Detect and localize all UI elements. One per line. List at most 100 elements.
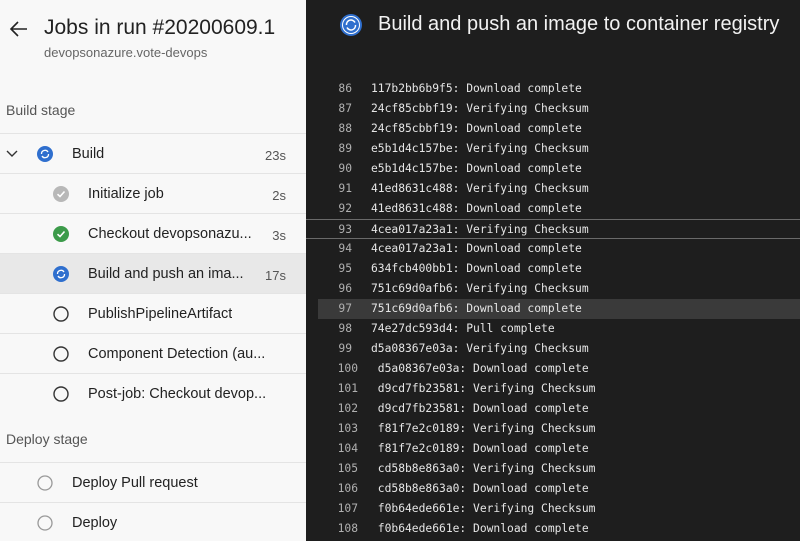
log-line[interactable]: 101 d9cd7fb23581: Verifying Checksum [306, 379, 800, 399]
step-label: PublishPipelineArtifact [88, 306, 233, 322]
step-label: Checkout devopsonazu... [88, 226, 252, 242]
log-line[interactable]: 98 74e27dc593d4: Pull complete [306, 319, 800, 339]
deploy-stage-label: Deploy stage [6, 431, 88, 447]
log-line[interactable]: 104 f81f7e2c0189: Download complete [306, 439, 800, 459]
log-line[interactable]: 90 e5b1d4c157be: Download complete [306, 159, 800, 179]
step-row-component-detection[interactable]: Component Detection (au... [0, 333, 306, 373]
pending-circle-icon [37, 515, 53, 531]
line-number: 98 [338, 322, 352, 335]
log-line[interactable]: 92 41ed8631c488: Download complete [306, 199, 800, 219]
step-row-publish-artifact[interactable]: PublishPipelineArtifact [0, 293, 306, 333]
line-number: 89 [338, 142, 352, 155]
line-number: 101 [337, 382, 358, 395]
line-text: d9cd7fb23581: Download complete [371, 402, 589, 415]
line-number: 96 [338, 282, 352, 295]
line-number: 95 [338, 262, 352, 275]
line-number: 90 [338, 162, 352, 175]
log-line[interactable]: 95 634fcb400bb1: Download complete [306, 259, 800, 279]
step-duration: 17s [265, 268, 286, 283]
log-line[interactable]: 103 f81f7e2c0189: Verifying Checksum [306, 419, 800, 439]
log-line[interactable]: 107 f0b64ede661e: Verifying Checksum [306, 499, 800, 519]
line-number: 92 [338, 202, 352, 215]
line-text: e5b1d4c157be: Download complete [371, 162, 582, 175]
job-duration: 23s [265, 148, 286, 163]
step-label: Initialize job [88, 186, 164, 202]
jobs-panel: Jobs in run #20200609.1 devopsonazure.vo… [0, 0, 307, 541]
running-icon [53, 266, 69, 282]
job-label: Build [72, 146, 105, 162]
step-label: Build and push an ima... [88, 266, 244, 282]
line-text: 24cf85cbbf19: Download complete [371, 122, 582, 135]
line-number: 94 [338, 242, 352, 255]
line-text: 24cf85cbbf19: Verifying Checksum [371, 102, 589, 115]
line-number: 100 [337, 362, 358, 375]
chevron-down-icon[interactable] [5, 147, 19, 161]
log-line[interactable]: 86 117b2bb6b9f5: Download complete [306, 79, 800, 99]
pending-circle-icon [37, 475, 53, 491]
line-number: 106 [337, 482, 358, 495]
log-line[interactable]: 99 d5a08367e03a: Verifying Checksum [306, 339, 800, 359]
log-line[interactable]: 87 24cf85cbbf19: Verifying Checksum [306, 99, 800, 119]
line-number: 99 [338, 342, 352, 355]
line-text: d5a08367e03a: Verifying Checksum [371, 342, 589, 355]
line-text: f0b64ede661e: Download complete [371, 522, 589, 535]
build-stage-label: Build stage [6, 102, 76, 118]
line-number: 102 [337, 402, 358, 415]
line-number: 104 [337, 442, 358, 455]
line-number: 88 [338, 122, 352, 135]
step-duration: 2s [272, 188, 286, 203]
pending-circle-icon [53, 306, 69, 322]
line-number: 103 [337, 422, 358, 435]
run-title: Jobs in run #20200609.1 [44, 16, 276, 39]
line-number: 105 [337, 462, 358, 475]
log-line[interactable]: 108 f0b64ede661e: Download complete [306, 519, 800, 539]
step-row-initialize-job[interactable]: Initialize job 2s [0, 173, 306, 213]
line-text: 4cea017a23a1: Verifying Checksum [371, 223, 589, 236]
log-line[interactable]: 105 cd58b8e863a0: Verifying Checksum [306, 459, 800, 479]
line-text: cd58b8e863a0: Download complete [371, 482, 589, 495]
step-row-post-job-checkout[interactable]: Post-job: Checkout devop... [0, 373, 306, 413]
pipeline-name: devopsonazure.vote-devops [44, 45, 208, 60]
log-line[interactable]: 91 41ed8631c488: Verifying Checksum [306, 179, 800, 199]
job-row-deploy[interactable]: Deploy [0, 502, 306, 541]
line-text: 117b2bb6b9f5: Download complete [371, 82, 582, 95]
skipped-check-icon [53, 186, 69, 202]
step-row-build-and-push[interactable]: Build and push an ima... 17s [0, 253, 306, 293]
back-arrow-icon[interactable] [9, 19, 29, 39]
log-line[interactable]: 102 d9cd7fb23581: Download complete [306, 399, 800, 419]
step-duration: 3s [272, 228, 286, 243]
log-line[interactable]: 96 751c69d0afb6: Verifying Checksum [306, 279, 800, 299]
line-text: 634fcb400bb1: Download complete [371, 262, 582, 275]
line-number: 93 [338, 223, 352, 236]
running-icon [37, 146, 53, 162]
step-row-checkout[interactable]: Checkout devopsonazu... 3s [0, 213, 306, 253]
log-line[interactable]: 88 24cf85cbbf19: Download complete [306, 119, 800, 139]
line-number: 86 [338, 82, 352, 95]
line-text: 751c69d0afb6: Download complete [371, 302, 582, 315]
job-row-deploy-pull-request[interactable]: Deploy Pull request [0, 462, 306, 502]
line-text: f0b64ede661e: Verifying Checksum [371, 502, 596, 515]
line-text: 751c69d0afb6: Verifying Checksum [371, 282, 589, 295]
log-line-highlighted[interactable]: 97 751c69d0afb6: Download complete [318, 299, 800, 319]
line-text: 41ed8631c488: Download complete [371, 202, 582, 215]
log-line[interactable]: 100 d5a08367e03a: Download complete [306, 359, 800, 379]
step-label: Post-job: Checkout devop... [88, 386, 267, 402]
line-text: 74e27dc593d4: Pull complete [371, 322, 555, 335]
log-line-focused[interactable]: 93 4cea017a23a1: Verifying Checksum [306, 219, 800, 239]
job-label: Deploy Pull request [72, 475, 198, 491]
pending-circle-icon [53, 346, 69, 362]
line-number: 108 [337, 522, 358, 535]
line-number: 97 [338, 302, 352, 315]
step-label: Component Detection (au... [88, 346, 266, 362]
line-number: 91 [338, 182, 352, 195]
log-title: Build and push an image to container reg… [378, 13, 780, 35]
line-text: 41ed8631c488: Verifying Checksum [371, 182, 589, 195]
log-line[interactable]: 89 e5b1d4c157be: Verifying Checksum [306, 139, 800, 159]
log-line[interactable]: 94 4cea017a23a1: Download complete [306, 239, 800, 259]
log-line[interactable]: 106 cd58b8e863a0: Download complete [306, 479, 800, 499]
line-number: 87 [338, 102, 352, 115]
job-row-build[interactable]: Build 23s [0, 133, 306, 173]
jobs-header: Jobs in run #20200609.1 devopsonazure.vo… [0, 0, 306, 88]
running-icon [340, 14, 362, 36]
pending-circle-icon [53, 386, 69, 402]
